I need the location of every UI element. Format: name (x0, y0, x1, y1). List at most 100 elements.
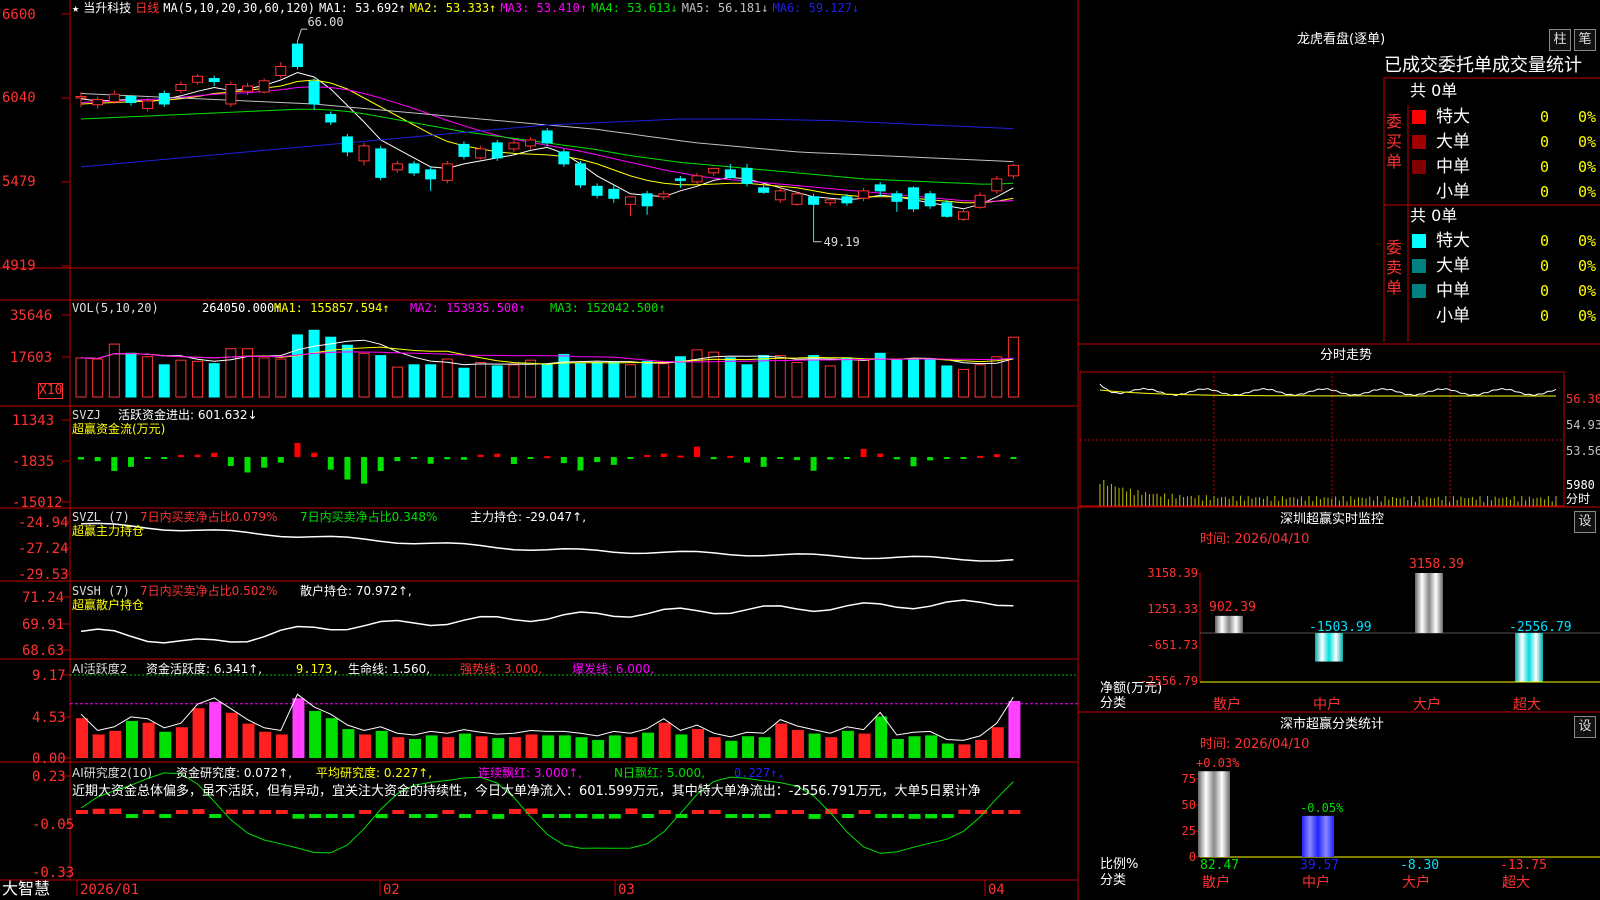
candle-body (175, 84, 187, 92)
activity-bar (392, 737, 405, 758)
activity-bar (508, 737, 521, 758)
candle-body (525, 139, 537, 147)
fund-flow-bar (327, 457, 334, 470)
volume-bar (674, 356, 686, 398)
volume-bar (192, 360, 204, 398)
research-bar (458, 814, 471, 818)
volume-bar (891, 359, 903, 398)
fund-flow-bar (227, 457, 234, 466)
volume-bar (774, 355, 786, 398)
candle-body (208, 78, 220, 83)
research-bar (209, 814, 222, 818)
fund-flow-bar (510, 457, 517, 465)
fund-flow-bar (127, 457, 134, 467)
volume-bar (874, 352, 886, 398)
fund-flow-bar (993, 454, 1000, 457)
research-bar (192, 809, 205, 814)
research-bar (375, 814, 388, 819)
candle-body (225, 84, 237, 105)
fund-flow-bar (577, 457, 584, 471)
main-holding-line (80, 522, 1014, 562)
research-bar (841, 814, 854, 818)
activity-bar (192, 708, 205, 758)
fund-flow-bar (211, 452, 218, 457)
candle-body (974, 194, 986, 208)
volume-bar (1007, 336, 1019, 398)
candle-body (391, 163, 403, 171)
research-bar (125, 814, 138, 818)
fund-flow-bar (960, 457, 967, 459)
candle-body (591, 185, 603, 196)
volume-bar (658, 363, 670, 398)
activity-bar (325, 718, 338, 758)
fund-flow-bar (627, 457, 634, 459)
research-bar (708, 809, 721, 814)
activity-bar (775, 723, 788, 758)
volume-bar (908, 358, 919, 398)
volume-bar (808, 355, 820, 398)
activity-bar (592, 739, 605, 758)
candle-body (441, 163, 453, 181)
activity-bar (458, 733, 471, 758)
activity-bar (891, 738, 904, 758)
activity-bar (525, 734, 538, 758)
fund-flow-bar (893, 457, 900, 460)
volume-bar (425, 364, 437, 398)
fund-flow-bar (411, 457, 417, 459)
fund-flow-bar (610, 457, 617, 465)
research-bar (342, 814, 355, 818)
volume-bar (791, 361, 803, 398)
activity-bar (442, 737, 455, 758)
fund-flow-bar (427, 457, 434, 464)
research-bar (292, 814, 305, 819)
fund-flow-bar (694, 446, 701, 457)
fund-flow-bar (527, 457, 534, 459)
research-bar (442, 810, 455, 814)
volume-bar (325, 336, 337, 398)
vol-ma-line (80, 339, 1014, 366)
research-bar (259, 810, 272, 814)
activity-bar (1008, 700, 1021, 758)
monitor-settings-button[interactable]: 设 (1574, 511, 1596, 533)
candle-body (258, 80, 270, 93)
activity-bar (209, 701, 222, 758)
research-bar (175, 810, 188, 814)
activity-bar (875, 716, 888, 758)
activity-bar (292, 698, 305, 758)
fund-flow-bar (977, 455, 984, 458)
activity-bar (608, 735, 621, 758)
research-bar (392, 810, 405, 814)
research-bar (991, 810, 1004, 814)
candle-body (291, 43, 303, 68)
chart-canvas[interactable] (0, 0, 1600, 900)
research-bar (242, 810, 255, 814)
class-settings-button[interactable]: 设 (1574, 716, 1596, 738)
research-bar (92, 808, 105, 814)
fund-flow-bar (78, 457, 84, 460)
sell-swatch (1412, 309, 1426, 323)
volume-bar (375, 355, 387, 398)
activity-bar (558, 735, 571, 758)
research-bar (692, 810, 705, 814)
candle-body (475, 148, 487, 159)
candle-body (541, 130, 553, 144)
retail-holding-line (80, 599, 1014, 644)
sell-swatch (1412, 259, 1426, 273)
column-view-button[interactable]: 柱 (1549, 29, 1571, 51)
volume-bar (491, 365, 503, 398)
ma-line-ma5 (80, 93, 1014, 163)
candle-body (458, 143, 470, 157)
candle-body (724, 169, 736, 178)
fund-flow-bar (644, 455, 651, 458)
activity-bar (76, 718, 88, 758)
fund-flow-bar (361, 457, 368, 484)
fund-flow-bar (877, 453, 884, 457)
count-view-button[interactable]: 笔 (1574, 29, 1596, 51)
fund-flow-bar (294, 442, 301, 457)
volume-bar (508, 364, 520, 398)
candle-body (691, 175, 703, 183)
volume-bar (824, 365, 836, 398)
candle-body (957, 211, 969, 220)
volume-bar (591, 361, 603, 398)
candle-body (941, 202, 953, 217)
